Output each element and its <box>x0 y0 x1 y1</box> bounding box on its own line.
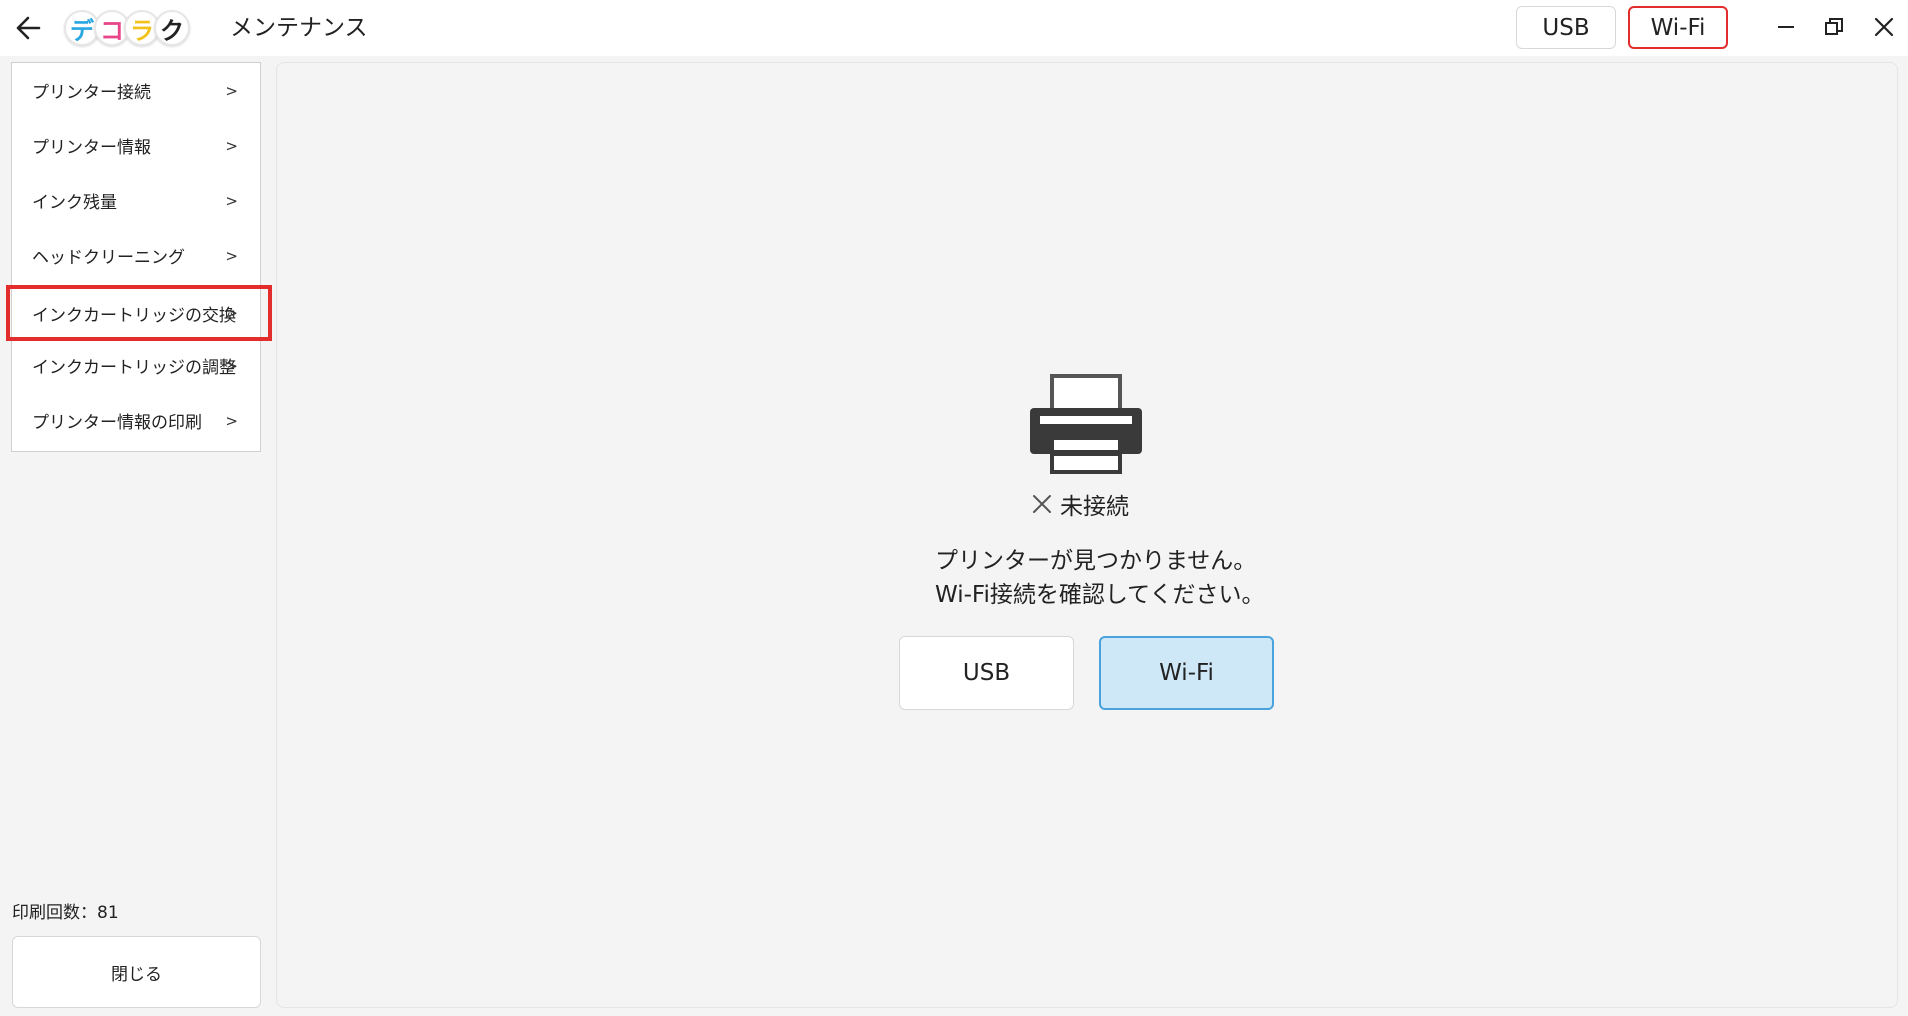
menu-item-printer-info[interactable]: プリンター情報 > <box>12 118 260 173</box>
chevron-right-icon: > <box>225 191 238 210</box>
close-window-button[interactable] <box>1866 10 1902 44</box>
status-label: 未接続 <box>1060 494 1129 520</box>
menu-item-head-cleaning[interactable]: ヘッドクリーニング > <box>12 228 260 283</box>
header-usb-button[interactable]: USB <box>1516 6 1616 49</box>
chevron-right-icon: > <box>225 81 238 100</box>
app-logo: デ コ ラ ク <box>64 6 190 50</box>
message-line-2: Wi-Fi接続を確認してください。 <box>935 582 1265 608</box>
menu-item-label: インクカートリッジの交換 <box>32 305 236 326</box>
disconnected-icon <box>1033 495 1051 513</box>
chevron-right-icon: > <box>225 304 238 322</box>
menu-item-label: インクカートリッジの調整 <box>32 358 236 378</box>
title-bar: デ コ ラ ク メンテナンス USB Wi-Fi <box>0 0 1908 56</box>
chevron-right-icon: > <box>225 356 238 375</box>
menu-item-label: プリンター情報の印刷 <box>32 413 202 433</box>
sidebar: プリンター接続 > プリンター情報 > インク残量 > ヘッドクリーニング > … <box>0 56 272 1016</box>
menu-item-cartridge-adjust[interactable]: インクカートリッジの調整 > <box>12 338 260 393</box>
back-button[interactable] <box>8 8 48 48</box>
wifi-button[interactable]: Wi-Fi <box>1099 636 1274 710</box>
print-count: 印刷回数：81 <box>12 903 119 923</box>
chevron-right-icon: > <box>225 411 238 430</box>
menu-item-label: プリンター接続 <box>32 83 151 103</box>
usb-button[interactable]: USB <box>899 636 1074 710</box>
menu-item-label: ヘッドクリーニング <box>32 248 185 268</box>
menu-item-print-printer-info[interactable]: プリンター情報の印刷 > <box>12 393 260 448</box>
restore-button[interactable] <box>1816 10 1852 44</box>
connection-status: 未接続 <box>1030 486 1170 522</box>
message-line-1: プリンターが見つかりません。 <box>935 548 1257 574</box>
minimize-button[interactable] <box>1768 10 1804 44</box>
restore-icon <box>1825 18 1843 35</box>
chevron-right-icon: > <box>225 136 238 155</box>
header-wifi-button[interactable]: Wi-Fi <box>1628 6 1728 49</box>
menu-item-label: インク残量 <box>32 193 117 213</box>
printer-icon <box>1030 374 1142 474</box>
menu-item-label: プリンター情報 <box>32 138 151 158</box>
logo-char-4: ク <box>154 10 190 46</box>
minimize-icon <box>1778 26 1794 28</box>
connection-panel <box>276 62 1898 1008</box>
menu-item-printer-connection[interactable]: プリンター接続 > <box>12 63 260 118</box>
maintenance-menu: プリンター接続 > プリンター情報 > インク残量 > ヘッドクリーニング > … <box>6 62 272 452</box>
page-title: メンテナンス <box>230 15 368 41</box>
menu-item-cartridge-replace[interactable]: インクカートリッジの交換 > <box>6 285 272 341</box>
close-button[interactable]: 閉じる <box>12 936 261 1008</box>
chevron-right-icon: > <box>225 246 238 265</box>
menu-item-ink-level[interactable]: インク残量 > <box>12 173 260 228</box>
close-icon <box>1874 17 1894 37</box>
arrow-left-icon <box>16 16 41 40</box>
status-message: プリンターが見つかりません。 Wi-Fi接続を確認してください。 <box>935 544 1265 612</box>
